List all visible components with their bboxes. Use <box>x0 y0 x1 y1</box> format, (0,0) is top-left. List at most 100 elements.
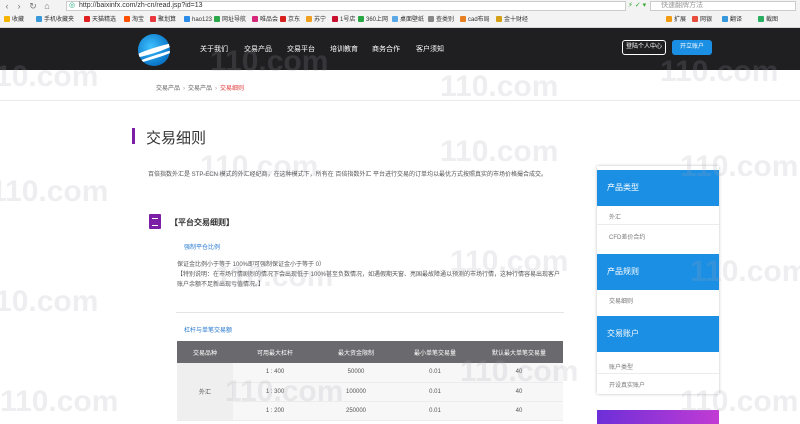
bookmark-item[interactable]: hao123 <box>184 15 212 25</box>
login-button[interactable]: 登陆个人中心 <box>622 40 666 55</box>
nav-item-products[interactable]: 交易产品 <box>244 44 272 54</box>
translate-icon <box>722 16 728 22</box>
bookmarks-bar: 收藏 手机收藏夹 天猫精选 淘宝 聚划算 hao123 网址导航 唯品会 京东 … <box>0 13 800 27</box>
table-cell: 50000 <box>317 363 395 383</box>
sidebar: 产品类型 外汇 CFD差价合约 产品规则 交易细则 交易账户 账户类型 开设真实… <box>597 166 719 394</box>
vip-icon <box>252 16 258 22</box>
bookmark-item[interactable]: 苏宁 <box>306 15 326 25</box>
browser-search-placeholder: 快速翻牌方法 <box>661 2 703 9</box>
watermark: 110.com <box>0 285 99 318</box>
bookmark-item[interactable]: 天猫精选 <box>84 15 116 25</box>
divider <box>597 224 719 225</box>
section-title: 【平台交易细则】 <box>170 218 234 227</box>
star-icon <box>4 16 10 22</box>
watermark: 110.com <box>0 385 119 418</box>
breadcrumb: 交易产品 › 交易产品 › 交易细则 <box>156 83 244 92</box>
breadcrumb-item[interactable]: 交易产品 <box>188 86 212 92</box>
table-cell: 40 <box>475 363 563 383</box>
home-icon[interactable]: ⌂ <box>42 1 52 11</box>
nav-item-notice[interactable]: 客户须知 <box>416 44 444 54</box>
sidebar-item-cfd[interactable]: CFD差价合约 <box>609 232 645 241</box>
bookmark-item[interactable]: 唯品会 <box>252 15 278 25</box>
page-icon <box>428 16 434 22</box>
back-icon[interactable]: ‹ <box>2 1 12 11</box>
sidebar-heading-product-rules: 产品规则 <box>597 254 719 290</box>
table-cell: 40 <box>475 401 563 421</box>
table-cell-group: 外汇 <box>177 363 233 421</box>
table-header: 最小单笔交易量 <box>395 341 475 363</box>
bookmark-item[interactable]: 网址导航 <box>214 15 246 25</box>
table-header-row: 交易品种 可用最大杠杆 最大资金限制 最小单笔交易量 默认最大单笔交易量 <box>177 341 563 363</box>
bookmark-item[interactable]: 淘宝 <box>124 15 144 25</box>
breadcrumb-current: 交易细则 <box>220 86 245 92</box>
promo-banner[interactable] <box>597 410 719 424</box>
table-header: 交易品种 <box>177 341 233 363</box>
toolbar-screenshot[interactable]: 截图 <box>758 15 778 25</box>
bookmark-item[interactable]: 查类别 <box>428 15 454 25</box>
suning-icon <box>306 16 312 22</box>
browser-search-input[interactable]: 快速翻牌方法 <box>650 1 796 11</box>
sidebar-item-forex[interactable]: 外汇 <box>609 212 621 221</box>
forced-liquidation-title: 强制平仓比例 <box>184 245 221 251</box>
nav-item-training[interactable]: 培训教育 <box>330 44 358 54</box>
document-icon <box>149 214 161 229</box>
tmall-icon <box>84 16 90 22</box>
site-header: 关于我们 交易产品 交易平台 培训教育 商务合作 客户须知 登陆个人中心 开立账… <box>0 28 800 70</box>
table-cell: 1 : 200 <box>233 401 317 421</box>
address-action-icons[interactable]: ⚡ ✓ ▾ <box>628 1 650 11</box>
toolbar-extension[interactable]: 扩展 <box>666 15 686 25</box>
nav-item-platform[interactable]: 交易平台 <box>287 44 315 54</box>
taobao-icon <box>124 16 130 22</box>
bookmark-item[interactable]: 1号店 <box>332 15 355 25</box>
rule-text: 保证金比例小于等于 100%即可强制保证金小于等于 0） 【特别说明：在市场行情… <box>177 260 563 290</box>
bookmark-item[interactable]: 京东 <box>280 15 300 25</box>
nav-item-business[interactable]: 商务合作 <box>372 44 400 54</box>
open-account-button[interactable]: 开立账户 <box>672 40 712 55</box>
bookmark-item[interactable]: 手机收藏夹 <box>36 15 74 25</box>
nav-item-about[interactable]: 关于我们 <box>200 44 228 54</box>
hao123-icon <box>184 16 190 22</box>
table-row: 1 : 200 250000 0.01 40 <box>177 401 563 421</box>
360-icon <box>358 16 364 22</box>
reload-icon[interactable]: ↻ <box>28 1 38 11</box>
table-cell: 0.01 <box>395 382 475 402</box>
cad-icon <box>460 16 466 22</box>
table-cell: 0.01 <box>395 363 475 383</box>
globe-icon: ◎ <box>69 2 76 9</box>
bookmark-item[interactable]: cad布局 <box>460 15 490 25</box>
bookmark-item[interactable]: 桌面壁纸 <box>392 15 424 25</box>
toolbar-bank[interactable]: 网银 <box>692 15 712 25</box>
table-cell: 100000 <box>317 382 395 402</box>
table-header: 最大资金限制 <box>317 341 395 363</box>
forced-liquidation-rule: 保证金比例小于等于 100%即可强制保证金小于等于 0） <box>177 262 326 268</box>
bookmark-item[interactable]: 收藏 <box>4 15 24 25</box>
wallpaper-icon <box>392 16 398 22</box>
juhuasuan-icon <box>150 16 156 22</box>
phone-icon <box>36 16 42 22</box>
breadcrumb-separator: › <box>215 86 218 92</box>
sidebar-heading-accounts: 交易账户 <box>597 316 719 352</box>
divider <box>0 100 800 101</box>
sidebar-item-trading-rules[interactable]: 交易细则 <box>609 296 633 305</box>
sidebar-item-account-types[interactable]: 账户类型 <box>609 362 633 371</box>
bank-icon <box>692 16 698 22</box>
watermark: 110.com <box>440 135 559 168</box>
watermark: 110.com <box>440 70 559 103</box>
yhd-icon <box>332 16 338 22</box>
table-cell: 250000 <box>317 401 395 421</box>
title-accent-bar <box>132 128 135 144</box>
leverage-table: 交易品种 可用最大杠杆 最大资金限制 最小单笔交易量 默认最大单笔交易量 外汇 … <box>177 341 563 421</box>
table-cell: 40 <box>475 382 563 402</box>
table-cell: 1 : 400 <box>233 363 317 383</box>
divider <box>176 312 564 313</box>
bookmark-item[interactable]: 聚划算 <box>150 15 176 25</box>
bookmark-item[interactable]: 金十财经 <box>496 15 528 25</box>
bookmark-item[interactable]: 360上网 <box>358 15 388 25</box>
address-bar[interactable]: ◎ http://baixinfx.com/zh-cn/read.jsp?id=… <box>66 1 626 11</box>
breadcrumb-separator: › <box>183 86 186 92</box>
forward-icon[interactable]: › <box>14 1 24 11</box>
toolbar-translate[interactable]: 翻译 <box>722 15 742 25</box>
breadcrumb-item[interactable]: 交易产品 <box>156 86 180 92</box>
site-logo[interactable] <box>138 34 170 66</box>
sidebar-item-open-real-account[interactable]: 开设真实账户 <box>609 380 645 389</box>
